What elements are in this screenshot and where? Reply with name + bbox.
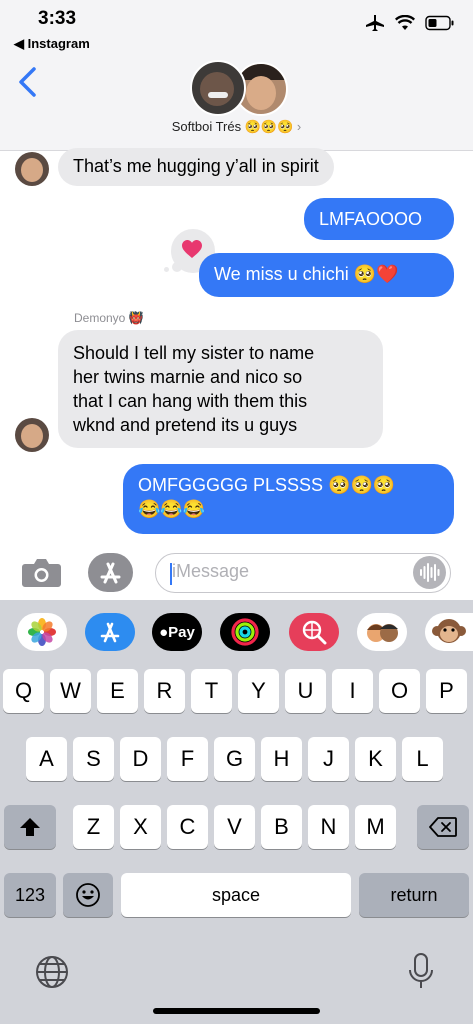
message-bubble-outgoing[interactable]: OMFGGGGG PLSSSS 🥺🥺🥺 😂😂😂 bbox=[123, 464, 454, 534]
key-k[interactable]: K bbox=[355, 737, 396, 781]
message-bubble-outgoing[interactable]: LMFAOOOO bbox=[304, 198, 454, 240]
key-e[interactable]: E bbox=[97, 669, 138, 713]
message-text-line: wknd and pretend its u guys bbox=[73, 415, 298, 435]
app-store-icon bbox=[100, 562, 121, 584]
message-text: That’s me hugging y’all in spirit bbox=[73, 156, 319, 176]
audio-button[interactable] bbox=[413, 556, 446, 589]
message-text-line: 😂😂😂 bbox=[138, 499, 206, 519]
app-store-button[interactable] bbox=[88, 553, 133, 592]
message-bubble-incoming[interactable]: That’s me hugging y’all in spirit bbox=[58, 148, 334, 186]
key-t[interactable]: T bbox=[191, 669, 232, 713]
avatar bbox=[15, 418, 49, 452]
key-g[interactable]: G bbox=[214, 737, 255, 781]
keyboard-row: Z X C V B N M bbox=[73, 805, 402, 849]
return-key[interactable]: return bbox=[359, 873, 469, 917]
activity-app-button[interactable] bbox=[220, 613, 270, 651]
key-w[interactable]: W bbox=[50, 669, 91, 713]
contact-name: Softboi Trés 🥺🥺🥺 bbox=[171, 119, 294, 134]
space-key[interactable]: space bbox=[121, 873, 351, 917]
back-app-label: Instagram bbox=[27, 36, 90, 51]
avatar bbox=[15, 152, 49, 186]
app-store-app-button[interactable] bbox=[85, 613, 135, 651]
message-text-line: her twins marnie and nico so bbox=[73, 367, 303, 387]
dictation-microphone-icon[interactable] bbox=[406, 952, 436, 992]
tapback-tail bbox=[164, 267, 169, 272]
key-a[interactable]: A bbox=[26, 737, 67, 781]
animoji-app-button[interactable] bbox=[425, 613, 473, 651]
activity-rings-icon bbox=[231, 618, 259, 646]
message-bubble-incoming[interactable]: Should I tell my sister to name her twin… bbox=[58, 330, 383, 448]
delete-icon bbox=[429, 817, 457, 837]
photos-icon bbox=[28, 618, 56, 646]
key-f[interactable]: F bbox=[167, 737, 208, 781]
back-to-app-link[interactable]: ◀ Instagram bbox=[14, 36, 90, 52]
key-o[interactable]: O bbox=[379, 669, 420, 713]
key-c[interactable]: C bbox=[167, 805, 208, 849]
group-avatars[interactable] bbox=[190, 60, 288, 116]
key-q[interactable]: Q bbox=[3, 669, 44, 713]
key-h[interactable]: H bbox=[261, 737, 302, 781]
key-m[interactable]: M bbox=[355, 805, 396, 849]
message-bubble-outgoing[interactable]: We miss u chichi 🥺❤️ bbox=[199, 253, 454, 297]
shift-key[interactable] bbox=[4, 805, 56, 849]
apple-logo-icon: ● bbox=[159, 623, 169, 641]
key-v[interactable]: V bbox=[214, 805, 255, 849]
globe-icon[interactable] bbox=[35, 955, 69, 989]
monkey-icon bbox=[432, 619, 466, 643]
numbers-key[interactable]: 123 bbox=[4, 873, 56, 917]
message-text-line: Should I tell my sister to name bbox=[73, 343, 315, 363]
shift-arrow-icon bbox=[20, 818, 40, 836]
apple-pay-app-button[interactable]: ● Pay bbox=[152, 613, 202, 651]
key-b[interactable]: B bbox=[261, 805, 302, 849]
battery-icon bbox=[425, 15, 454, 31]
emoji-key[interactable] bbox=[63, 873, 113, 917]
conversation-title[interactable]: Softboi Trés 🥺🥺🥺 › bbox=[0, 119, 473, 135]
key-p[interactable]: P bbox=[426, 669, 467, 713]
heart-icon bbox=[182, 240, 202, 258]
airplane-icon bbox=[366, 15, 384, 31]
emoji-icon bbox=[76, 883, 100, 907]
key-i[interactable]: I bbox=[332, 669, 373, 713]
camera-icon[interactable] bbox=[21, 558, 62, 588]
avatar bbox=[190, 60, 246, 116]
status-icons bbox=[365, 14, 455, 32]
key-x[interactable]: X bbox=[120, 805, 161, 849]
memoji-icon bbox=[367, 624, 398, 642]
key-l[interactable]: L bbox=[402, 737, 443, 781]
key-z[interactable]: Z bbox=[73, 805, 114, 849]
key-d[interactable]: D bbox=[120, 737, 161, 781]
home-indicator bbox=[153, 1008, 320, 1014]
key-s[interactable]: S bbox=[73, 737, 114, 781]
key-y[interactable]: Y bbox=[238, 669, 279, 713]
key-r[interactable]: R bbox=[144, 669, 185, 713]
images-search-app-button[interactable] bbox=[289, 613, 339, 651]
key-n[interactable]: N bbox=[308, 805, 349, 849]
waveform-icon bbox=[420, 563, 440, 582]
back-chevron-icon[interactable] bbox=[14, 66, 40, 98]
sender-name: Demonyo 👹 bbox=[74, 311, 144, 325]
message-text: LMFAOOOO bbox=[319, 209, 423, 229]
key-u[interactable]: U bbox=[285, 669, 326, 713]
keyboard-row: Q W E R T Y U I O P bbox=[3, 669, 470, 713]
keyboard-row: A S D F G H J K L bbox=[26, 737, 448, 781]
message-text: We miss u chichi 🥺❤️ bbox=[214, 264, 399, 284]
delete-key[interactable] bbox=[417, 805, 469, 849]
apple-pay-label: Pay bbox=[168, 623, 195, 641]
message-text-line: that I can hang with them this bbox=[73, 391, 308, 411]
app-store-icon bbox=[100, 622, 120, 643]
globe-search-icon bbox=[302, 620, 327, 645]
wifi-icon bbox=[395, 15, 415, 30]
status-time: 3:33 bbox=[38, 8, 77, 29]
message-input-placeholder: iMessage bbox=[172, 561, 250, 581]
back-triangle-icon: ◀ bbox=[14, 36, 24, 51]
message-text-line: OMFGGGGG PLSSSS 🥺🥺🥺 bbox=[138, 475, 396, 495]
photos-app-button[interactable] bbox=[17, 613, 67, 651]
memoji-app-button[interactable] bbox=[357, 613, 407, 651]
key-j[interactable]: J bbox=[308, 737, 349, 781]
tapback-tail bbox=[172, 262, 182, 272]
chevron-right-icon: › bbox=[296, 119, 302, 134]
